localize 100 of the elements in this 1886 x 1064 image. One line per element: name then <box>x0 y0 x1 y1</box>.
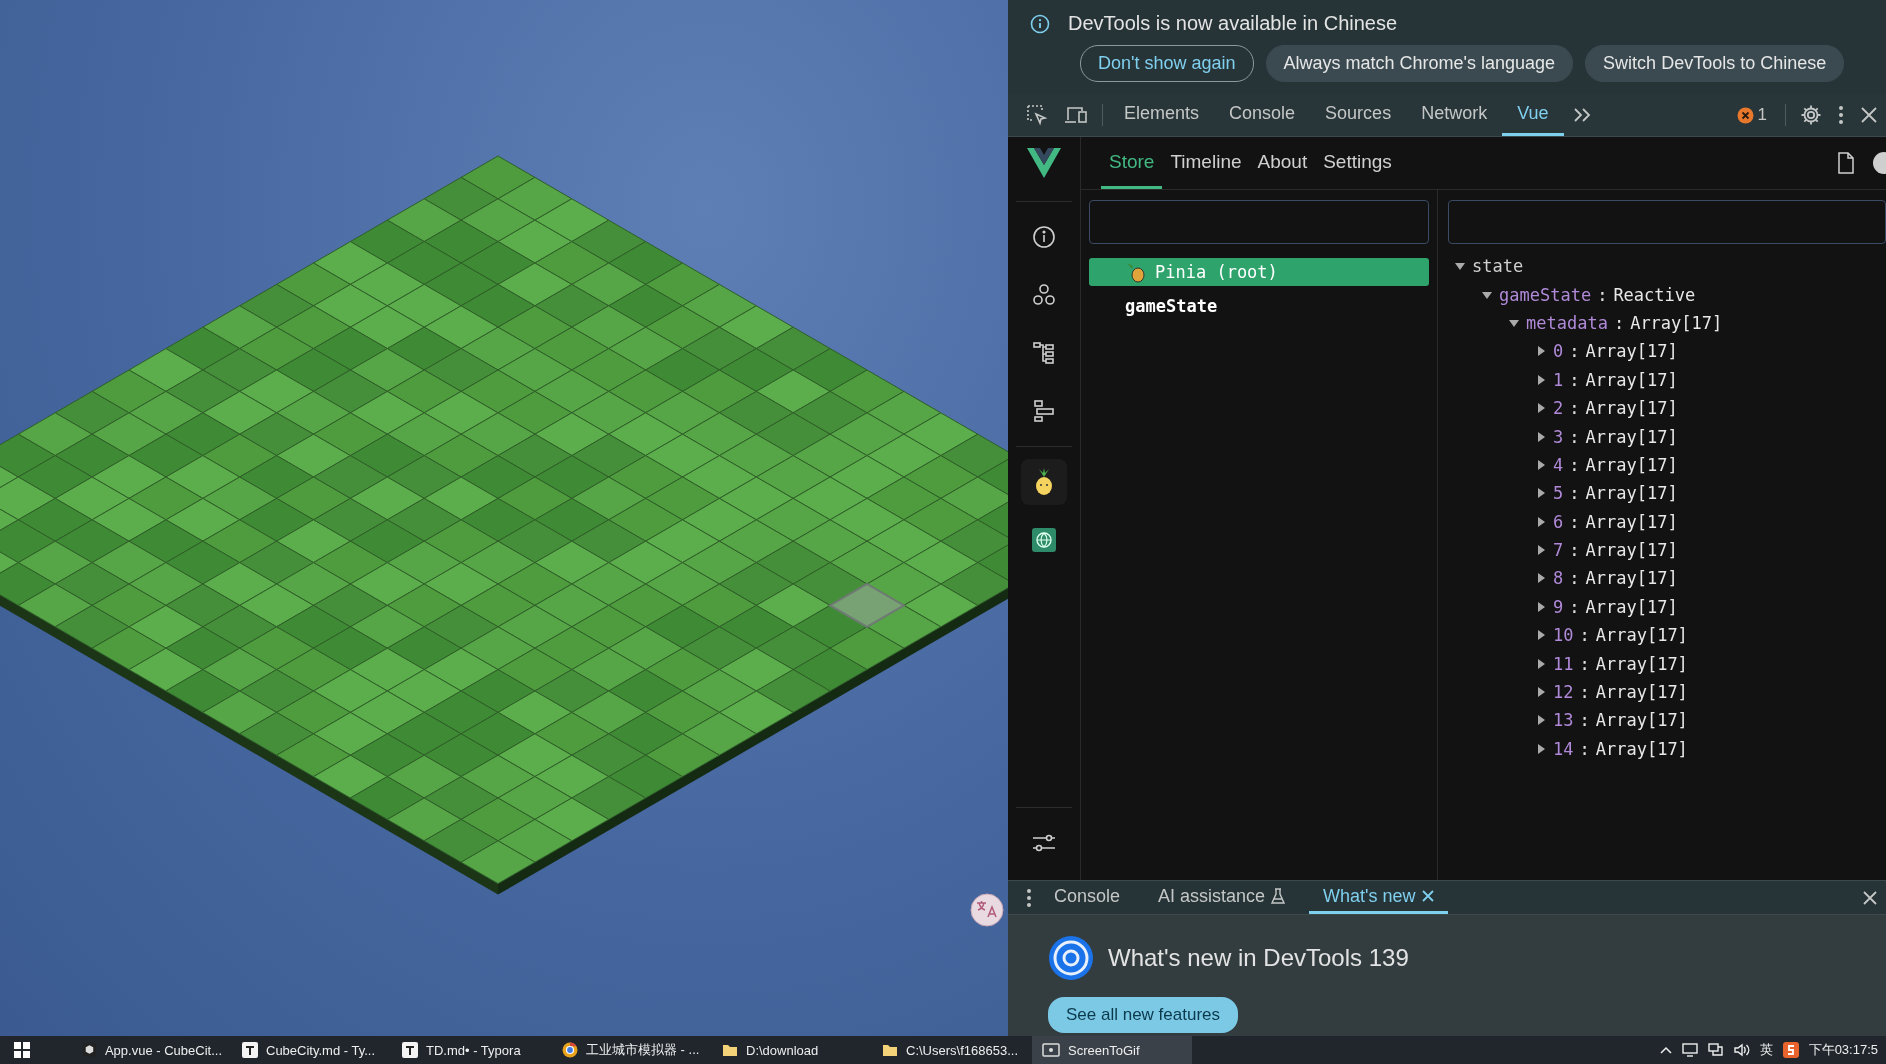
flask-icon <box>1271 888 1286 904</box>
translate-icon[interactable] <box>970 893 1004 927</box>
state-key: 9 <box>1553 596 1564 617</box>
close-icon[interactable] <box>1421 890 1434 902</box>
collapsed-arrow-icon[interactable] <box>1535 402 1547 415</box>
devtools-tab[interactable]: Sources <box>1310 94 1407 136</box>
collapsed-arrow-icon[interactable] <box>1535 373 1547 386</box>
state-key: 2 <box>1553 398 1564 419</box>
key-separator: : <box>1569 426 1580 447</box>
state-value: Array[17] <box>1595 625 1688 646</box>
taskbar-item[interactable]: CubeCity.md - Ty... <box>232 1036 392 1064</box>
collapsed-arrow-icon[interactable] <box>1535 657 1547 670</box>
taskbar-item[interactable]: C:\Users\f168653... <box>872 1036 1032 1064</box>
devtools-tab[interactable]: Vue <box>1502 94 1564 136</box>
whats-new-heading: What's new in DevTools 139 <box>1108 944 1409 973</box>
key-separator: : <box>1597 284 1608 305</box>
browser-icon <box>562 1042 578 1058</box>
infobar-button[interactable]: Switch DevTools to Chinese <box>1585 45 1845 82</box>
devtools-tab[interactable]: Network <box>1406 94 1503 136</box>
state-value: Array[17] <box>1585 454 1678 475</box>
drawer-tab[interactable]: AI assistance <box>1144 881 1300 915</box>
store-name: Pinia (root) <box>1155 262 1278 282</box>
key-separator: : <box>1579 738 1590 759</box>
pineapple-icon <box>1125 261 1147 283</box>
collapsed-arrow-icon[interactable] <box>1535 345 1547 358</box>
state-key: 14 <box>1553 738 1574 759</box>
state-value: Array[17] <box>1585 426 1678 447</box>
collapsed-arrow-icon[interactable] <box>1535 572 1547 585</box>
state-value: Array[17] <box>1585 398 1678 419</box>
taskbar-item[interactable]: D:\download <box>712 1036 872 1064</box>
state-value: Array[17] <box>1630 312 1723 333</box>
devtools-tab[interactable]: Console <box>1214 94 1311 136</box>
state-value: Array[17] <box>1595 710 1688 731</box>
store-name: gameState <box>1125 296 1218 316</box>
taskbar-item[interactable]: 工业城市模拟器 - ... <box>552 1036 712 1064</box>
panel-tab[interactable]: Store <box>1101 137 1163 189</box>
info-icon <box>1030 13 1050 34</box>
key-separator: : <box>1569 540 1580 561</box>
state-key: 0 <box>1553 341 1564 362</box>
collapsed-arrow-icon[interactable] <box>1535 458 1547 471</box>
error-count[interactable]: 1 <box>1757 105 1767 125</box>
collapsed-arrow-icon[interactable] <box>1535 629 1547 642</box>
state-value: Array[17] <box>1585 568 1678 589</box>
panel-tab[interactable]: Settings <box>1315 137 1400 189</box>
collapsed-arrow-icon[interactable] <box>1535 487 1547 500</box>
devtools-tab[interactable]: Elements <box>1109 94 1215 136</box>
taskbar-item[interactable]: App.vue - CubeCit... <box>72 1036 232 1064</box>
state-value: Array[17] <box>1585 540 1678 561</box>
collapsed-arrow-icon[interactable] <box>1535 600 1547 613</box>
store-search-field[interactable] <box>1089 200 1429 244</box>
collapsed-arrow-icon[interactable] <box>1535 430 1547 443</box>
state-key: 12 <box>1553 682 1574 703</box>
see-features-button[interactable]: See all new features <box>1048 997 1239 1034</box>
key-separator: : <box>1569 511 1580 532</box>
state-key: 1 <box>1553 369 1564 390</box>
vue-logo <box>1027 148 1061 178</box>
key-separator: : <box>1579 653 1590 674</box>
key-separator: : <box>1569 341 1580 362</box>
state-key: 5 <box>1553 483 1564 504</box>
state-key: gameState <box>1499 284 1592 305</box>
state-value: Array[17] <box>1595 682 1688 703</box>
key-separator: : <box>1569 398 1580 419</box>
state-key: 3 <box>1553 426 1564 447</box>
infobar-button[interactable]: Always match Chrome's language <box>1265 45 1574 82</box>
drawer-tab[interactable]: Console <box>1040 881 1135 915</box>
state-key: 10 <box>1553 625 1574 646</box>
key-separator: : <box>1579 710 1590 731</box>
taskbar-item[interactable]: ScreenToGif <box>1032 1036 1192 1064</box>
recorder-icon <box>1042 1043 1060 1057</box>
collapsed-arrow-icon[interactable] <box>1535 515 1547 528</box>
panel-tab[interactable]: About <box>1249 137 1316 189</box>
letter-t-icon <box>242 1042 258 1058</box>
state-key: 6 <box>1553 511 1564 532</box>
infobar-button[interactable]: Don't show again <box>1080 45 1254 82</box>
collapsed-arrow-icon[interactable] <box>1535 686 1547 699</box>
collapsed-arrow-icon[interactable] <box>1535 544 1547 557</box>
key-separator: : <box>1569 369 1580 390</box>
state-value: Array[17] <box>1595 738 1688 759</box>
store-item[interactable]: gameState <box>1089 292 1429 320</box>
collapsed-arrow-icon[interactable] <box>1535 714 1547 727</box>
folder-icon <box>722 1042 738 1058</box>
state-key: 8 <box>1553 568 1564 589</box>
panel-tab[interactable]: Timeline <box>1162 137 1250 189</box>
state-value: Array[17] <box>1585 369 1678 390</box>
state-value: Array[17] <box>1585 511 1678 532</box>
pineapple-icon[interactable] <box>1021 459 1067 505</box>
state-value: Reactive <box>1613 284 1696 305</box>
state-key: 11 <box>1553 653 1574 674</box>
cube-app-icon <box>82 1042 97 1058</box>
key-separator: : <box>1579 625 1590 646</box>
state-value: Array[17] <box>1585 596 1678 617</box>
state-value: Array[17] <box>1585 341 1678 362</box>
state-key: metadata <box>1526 312 1608 333</box>
collapsed-arrow-icon[interactable] <box>1535 742 1547 755</box>
input-method-indicator[interactable]: 英 <box>1754 1036 1778 1064</box>
state-search-field[interactable] <box>1448 200 1886 244</box>
clock[interactable]: 下午03:17:5 <box>1803 1036 1886 1064</box>
taskbar-item[interactable]: TD.md• - Typora <box>392 1036 552 1064</box>
drawer-tab[interactable]: What's new <box>1309 881 1448 915</box>
letter-t-icon <box>402 1042 418 1058</box>
